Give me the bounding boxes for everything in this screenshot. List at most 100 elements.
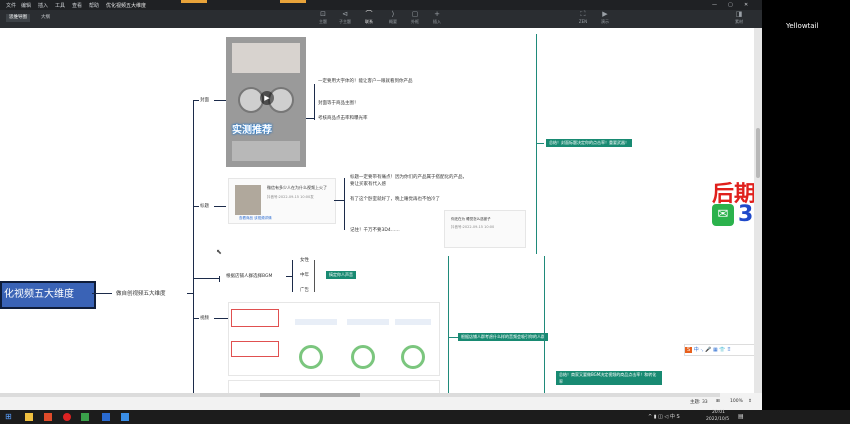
browser-icon[interactable] bbox=[63, 413, 71, 421]
branch-tick-4 bbox=[193, 318, 199, 319]
summary-note-1[interactable]: 总结！封面标题决定你的点击率！重要武器！ bbox=[546, 139, 632, 147]
notification-icon[interactable]: ▤ bbox=[738, 413, 744, 420]
scrollbar-thumb[interactable] bbox=[756, 128, 760, 178]
stats-image-2[interactable] bbox=[228, 380, 440, 393]
branch-tick-1 bbox=[193, 100, 199, 101]
stats-bar-3 bbox=[395, 319, 431, 325]
summary-button[interactable]: ⟩ 概要 bbox=[384, 10, 402, 26]
summary-note-3[interactable]: 总结！商家又要做BGM决定视频的商品点击率！和转化率 bbox=[556, 371, 662, 385]
menu-edit[interactable]: 编辑 bbox=[21, 2, 31, 9]
relation-button[interactable]: ⌒ 联系 bbox=[360, 10, 378, 26]
cover-points-connector bbox=[306, 118, 314, 119]
app-blue-icon[interactable] bbox=[102, 413, 110, 421]
menu-help[interactable]: 帮助 bbox=[89, 2, 99, 9]
donut-chart-3 bbox=[401, 345, 425, 369]
summary-icon: ⟩ bbox=[391, 10, 395, 18]
menu-file[interactable]: 文件 bbox=[6, 2, 16, 9]
stats-box-2 bbox=[231, 341, 279, 357]
topic-button[interactable]: ⊡ 主题 bbox=[314, 10, 332, 26]
title-side-card-meta: 抖音号:2022-09-15 10:00 bbox=[451, 225, 495, 229]
ime-mode[interactable]: 中 bbox=[694, 347, 699, 353]
zoom-stepper-icon[interactable]: ⇕ bbox=[748, 399, 752, 404]
title-side-card[interactable]: 你还在为 睡觉怎么选被子 抖音号:2022-09-15 10:00 bbox=[444, 210, 526, 248]
overlay-blue-number: 3159996 bbox=[738, 202, 754, 227]
quality-bracket bbox=[314, 260, 315, 292]
tab-outline[interactable]: 大纲 bbox=[38, 14, 53, 22]
stats-image[interactable] bbox=[228, 302, 440, 376]
cover-point-1[interactable]: 一定要用大字体的！能让客户一眼就看到你产品 bbox=[318, 78, 438, 85]
format-button[interactable]: ◨ 素材 bbox=[730, 10, 748, 26]
cover-point-3[interactable]: 考核商品点击率和曝光率 bbox=[318, 115, 368, 121]
zen-button[interactable]: ⛶ ZEN bbox=[574, 10, 592, 26]
thumb-caption: 实测推荐 bbox=[232, 125, 272, 136]
present-button[interactable]: ▶ 演示 bbox=[596, 10, 614, 26]
vertical-scrollbar[interactable] bbox=[754, 28, 762, 393]
menu-insert[interactable]: 插入 bbox=[38, 2, 48, 9]
title-point-2[interactable]: 有了这个卧室就好了，晚上睡觉再也不怕冷了 bbox=[350, 196, 440, 202]
clock-date: 2022/10/5 bbox=[706, 417, 730, 422]
document-title: 优化视频五大维度 bbox=[106, 3, 147, 9]
branch-tick-3 bbox=[193, 278, 219, 279]
quality-spine bbox=[292, 260, 293, 292]
menu-tools[interactable]: 工具 bbox=[55, 2, 65, 9]
hscroll-thumb[interactable] bbox=[260, 393, 360, 397]
expand-icon: ⛶ bbox=[580, 10, 586, 18]
tab-mindmap[interactable]: 思维导图 bbox=[6, 14, 30, 22]
branch-title[interactable]: 标题 bbox=[200, 203, 209, 209]
app-lightblue-icon[interactable] bbox=[121, 413, 129, 421]
status-bar: 主题: 33 ⊞ 100% ⇕ bbox=[0, 393, 762, 410]
title-point-3[interactable]: 记住！千万不要3D4…… bbox=[350, 227, 400, 233]
ime-toolbar[interactable]: S 中 ·, 🎤 ▦ 👕 ⠿ bbox=[684, 344, 754, 356]
panel-icon: ◨ bbox=[735, 10, 743, 18]
maximize-button[interactable]: ▢ bbox=[728, 2, 733, 8]
title-card-link[interactable]: 查看商品 该视频详情 bbox=[239, 216, 272, 221]
root-connector bbox=[92, 293, 112, 294]
summary-bracket-2-tick bbox=[448, 337, 458, 338]
subtopic-button[interactable]: ⊲ 子主题 bbox=[336, 10, 354, 26]
zoom-level[interactable]: 100% bbox=[730, 399, 743, 404]
branch-cover[interactable]: 封面 bbox=[200, 97, 209, 103]
horizontal-scrollbar[interactable] bbox=[0, 393, 720, 397]
branch-tick-3b bbox=[219, 276, 220, 282]
close-button[interactable]: ✕ bbox=[744, 2, 748, 8]
video-connector bbox=[214, 318, 228, 319]
orange-mark-2 bbox=[280, 0, 306, 3]
fit-icon[interactable]: ⊞ bbox=[716, 399, 720, 404]
donut-chart-1 bbox=[299, 345, 323, 369]
title-bar: 文件 编辑 插入 工具 查看 帮助 优化视频五大维度 — ▢ ✕ bbox=[0, 0, 762, 10]
branch-video[interactable]: 视频 bbox=[200, 315, 209, 321]
wechat-taskbar-icon[interactable] bbox=[81, 413, 89, 421]
minimize-button[interactable]: — bbox=[712, 2, 717, 8]
quality-middle-aged[interactable]: 中年 bbox=[300, 272, 309, 278]
menu-view[interactable]: 查看 bbox=[72, 2, 82, 9]
sogou-icon: S bbox=[685, 347, 693, 353]
title-points-spine bbox=[344, 178, 345, 230]
cover-thumbnail[interactable]: ▶ 实测推荐 bbox=[226, 37, 306, 167]
subtopic-icon: ⊲ bbox=[342, 10, 348, 18]
title-card-meta: 抖音号:2022-09-15 10:00发 bbox=[267, 195, 314, 199]
branch-tick-2 bbox=[193, 206, 199, 207]
note-voice[interactable]: 搞定你人声音 bbox=[326, 271, 356, 279]
stats-bar-2 bbox=[347, 319, 389, 325]
app-x-icon[interactable] bbox=[44, 413, 52, 421]
thumb-top bbox=[232, 43, 300, 73]
title-card[interactable]: 微信有多少人在为什么视频上火了 抖音号:2022-09-15 10:00发 查看… bbox=[228, 178, 336, 224]
summary-note-2[interactable]: 根据店铺人群考虑什么样的音频会吸引你的人群 bbox=[458, 333, 548, 341]
cover-connector bbox=[214, 100, 226, 101]
taskbar: ⊞ ^ ▮ ◫ ◁ 中 S 20:01 2022/10/5 ▤ bbox=[0, 410, 850, 424]
boundary-button[interactable]: ▢ 外框 bbox=[406, 10, 424, 26]
relation-icon: ⌒ bbox=[365, 10, 373, 18]
root-node[interactable]: 化视频五大维度 bbox=[0, 281, 96, 309]
insert-button[interactable]: + 插入 bbox=[428, 10, 446, 26]
mindmap-canvas[interactable]: 化视频五大维度 做自创视频五大维度 封面 ▶ 实测推荐 一定要用大字体的！能让客… bbox=[0, 28, 754, 393]
level1-node[interactable]: 做自创视频五大维度 bbox=[116, 289, 166, 297]
quality-female[interactable]: 女性 bbox=[300, 257, 309, 263]
play-icon[interactable]: ▶ bbox=[260, 91, 274, 105]
tray-icons[interactable]: ^ ▮ ◫ ◁ 中 S bbox=[648, 413, 680, 420]
quality-label[interactable]: 根据店铺人群选择BGM bbox=[226, 273, 272, 279]
cover-point-2[interactable]: 封面等于商品主图！ bbox=[318, 100, 359, 106]
file-explorer-icon[interactable] bbox=[25, 413, 33, 421]
windows-start-icon[interactable]: ⊞ bbox=[5, 413, 13, 421]
title-point-1[interactable]: 标题一定要带有痛点！因为你们的产品属于搭配化的产品，要让买家有代入感 bbox=[350, 174, 470, 188]
quality-ad[interactable]: 广告 bbox=[300, 287, 309, 293]
